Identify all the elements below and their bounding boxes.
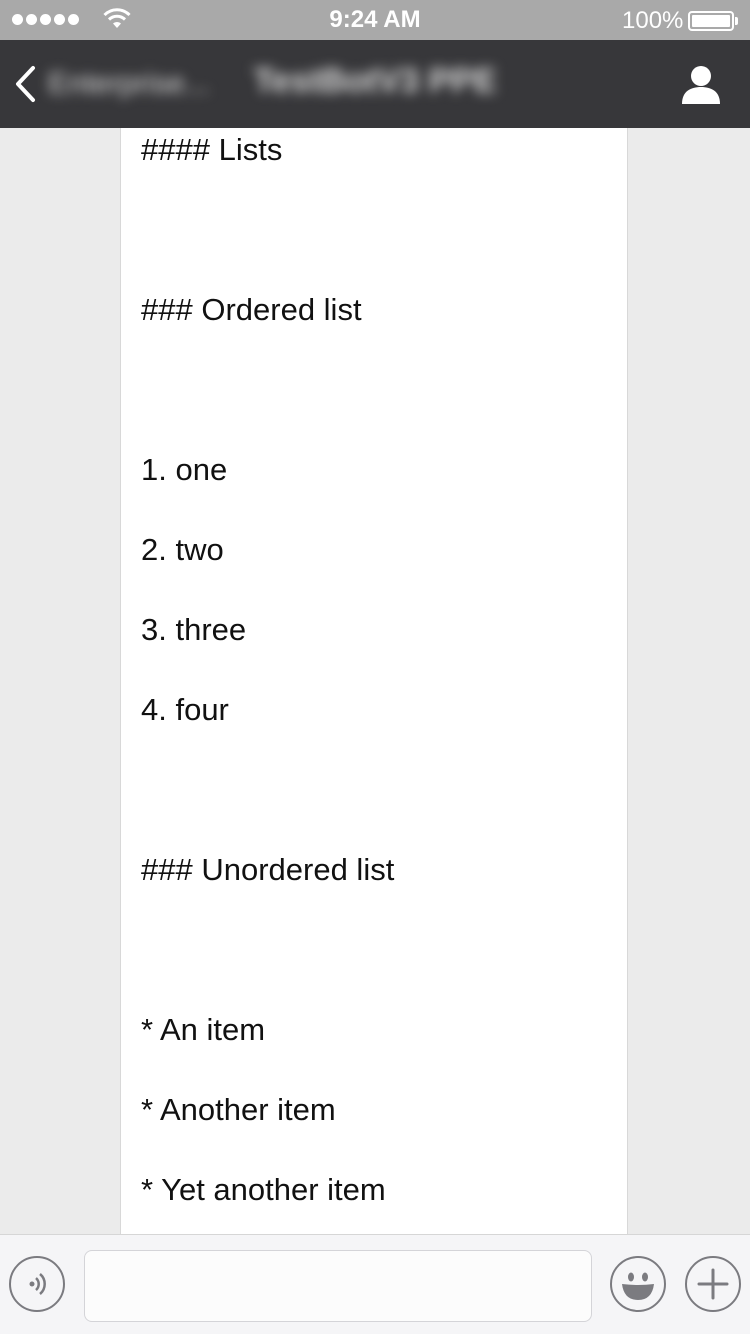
plus-icon [697, 1268, 729, 1300]
message-line: #### Lists [141, 132, 283, 167]
message-line: ### Unordered list [141, 852, 395, 887]
message-line: 4. four [141, 692, 229, 727]
emoji-button[interactable] [610, 1256, 666, 1312]
message-line: ### Ordered list [141, 292, 362, 327]
person-icon[interactable] [680, 64, 722, 106]
message-bubble: #### Lists ### Ordered list 1. one 2. tw… [120, 128, 628, 1234]
voice-button[interactable] [9, 1256, 65, 1312]
plus-button[interactable] [685, 1256, 741, 1312]
voice-icon [29, 1273, 46, 1295]
chat-title: TestBotV3 PPE [253, 62, 497, 100]
status-bar: 9:24 AM 100% [0, 0, 750, 40]
message-line: 3. three [141, 612, 247, 647]
input-bar [0, 1234, 750, 1334]
battery-percent: 100% [622, 7, 684, 34]
battery-icon [688, 11, 734, 31]
chat-area[interactable]: #### Lists ### Ordered list 1. one 2. tw… [0, 128, 750, 1234]
nav-bar: Enterprise... TestBotV3 PPE [0, 40, 750, 128]
message-line: * Yet another item [141, 1172, 386, 1207]
message-line: 1. one [141, 452, 228, 487]
emoji-icon [622, 1272, 654, 1300]
battery-tip [735, 17, 738, 25]
message-line: 2. two [141, 532, 224, 567]
battery-fill [692, 15, 730, 27]
message-line: * Another item [141, 1092, 336, 1127]
message-input[interactable] [84, 1250, 592, 1322]
message-line: * An item [141, 1012, 266, 1047]
